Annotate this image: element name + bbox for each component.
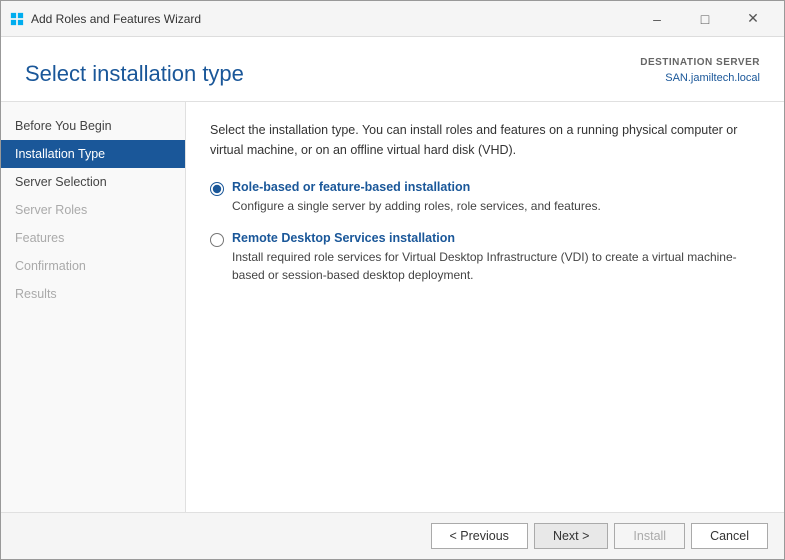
option-role-based: Role-based or feature-based installation… xyxy=(210,180,760,215)
install-button: Install xyxy=(614,523,685,549)
sidebar-item-features: Features xyxy=(1,224,185,252)
option-role-based-desc: Configure a single server by adding role… xyxy=(232,199,601,213)
option-role-based-title: Role-based or feature-based installation xyxy=(232,180,601,194)
main-window: Add Roles and Features Wizard – □ ✕ Sele… xyxy=(0,0,785,560)
sidebar: Before You Begin Installation Type Serve… xyxy=(1,102,186,513)
description-text: Select the installation type. You can in… xyxy=(210,120,760,160)
option-remote-desktop: Remote Desktop Services installation Ins… xyxy=(210,231,760,284)
installation-options: Role-based or feature-based installation… xyxy=(210,180,760,284)
app-icon xyxy=(9,11,25,27)
sidebar-item-confirmation: Confirmation xyxy=(1,252,185,280)
close-button[interactable]: ✕ xyxy=(730,4,776,34)
sidebar-item-server-selection[interactable]: Server Selection xyxy=(1,168,185,196)
window-controls: – □ ✕ xyxy=(634,4,776,34)
restore-button[interactable]: □ xyxy=(682,4,728,34)
next-button[interactable]: Next > xyxy=(534,523,608,549)
cancel-button[interactable]: Cancel xyxy=(691,523,768,549)
option-remote-desktop-desc: Install required role services for Virtu… xyxy=(232,250,737,282)
minimize-button[interactable]: – xyxy=(634,4,680,34)
destination-label: DESTINATION SERVER xyxy=(640,55,760,70)
radio-remote-desktop[interactable] xyxy=(210,233,224,247)
destination-server-info: DESTINATION SERVER SAN.jamiltech.local xyxy=(640,55,760,87)
window-title: Add Roles and Features Wizard xyxy=(31,12,634,26)
option-remote-desktop-label[interactable]: Remote Desktop Services installation Ins… xyxy=(232,231,760,284)
sidebar-item-before-you-begin[interactable]: Before You Begin xyxy=(1,112,185,140)
footer: < Previous Next > Install Cancel xyxy=(1,512,784,559)
main-layout: Before You Begin Installation Type Serve… xyxy=(1,102,784,513)
sidebar-item-installation-type[interactable]: Installation Type xyxy=(1,140,185,168)
sidebar-item-server-roles: Server Roles xyxy=(1,196,185,224)
previous-button[interactable]: < Previous xyxy=(431,523,528,549)
page-title: Select installation type xyxy=(25,61,244,87)
sidebar-item-results: Results xyxy=(1,280,185,308)
radio-role-based[interactable] xyxy=(210,182,224,196)
header-band: Select installation type DESTINATION SER… xyxy=(1,37,784,102)
option-remote-desktop-title: Remote Desktop Services installation xyxy=(232,231,760,245)
main-content: Select the installation type. You can in… xyxy=(186,102,784,513)
option-role-based-label[interactable]: Role-based or feature-based installation… xyxy=(232,180,601,215)
destination-value: SAN.jamiltech.local xyxy=(640,70,760,87)
title-bar: Add Roles and Features Wizard – □ ✕ xyxy=(1,1,784,37)
